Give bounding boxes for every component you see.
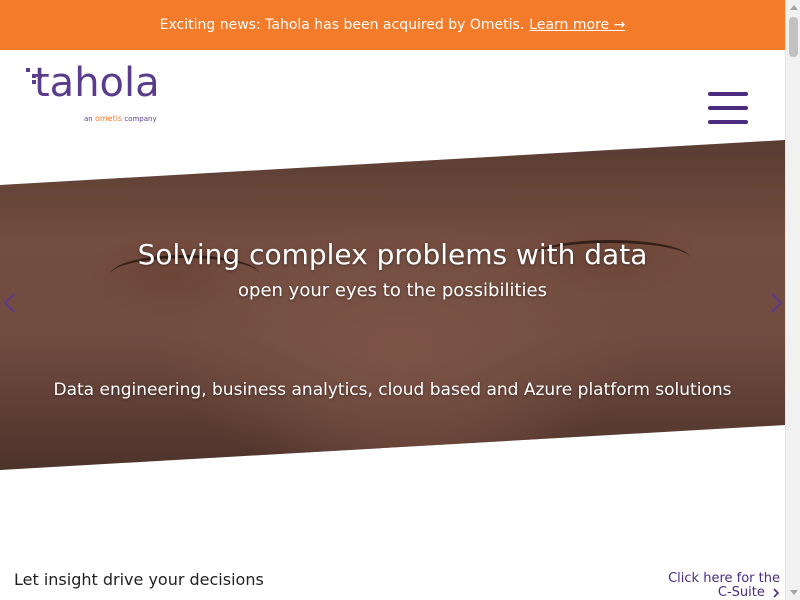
logo-wordmark: tahola <box>34 60 160 106</box>
chevron-right-icon <box>773 587 780 598</box>
csuite-link[interactable]: Click here for the C-Suite <box>660 572 780 600</box>
hamburger-menu-icon[interactable] <box>708 92 748 126</box>
scroll-up-button[interactable] <box>786 0 800 15</box>
scroll-down-button[interactable] <box>786 585 800 600</box>
carousel-next-button[interactable] <box>770 292 784 314</box>
logo-tagline: an ometis company <box>84 114 157 123</box>
tahola-logo[interactable]: tahola an ometis company <box>26 60 166 126</box>
vertical-scrollbar[interactable] <box>785 0 800 600</box>
hero-description: Data engineering, business analytics, cl… <box>53 380 732 400</box>
chevron-left-icon <box>3 293 15 313</box>
page: Exciting news: Tahola has been acquired … <box>0 0 785 600</box>
announcement-text: Exciting news: Tahola has been acquired … <box>159 17 525 33</box>
scroll-thumb[interactable] <box>789 17 798 57</box>
chevron-right-icon <box>771 293 783 313</box>
ometis-brand: ometis <box>94 114 123 123</box>
learn-more-link[interactable]: Learn more → <box>529 17 625 33</box>
csuite-line2: C-Suite <box>717 585 765 600</box>
hero-subtitle: open your eyes to the possibilities <box>238 280 547 301</box>
announcement-bar: Exciting news: Tahola has been acquired … <box>0 0 785 50</box>
hero-title: Solving complex problems with data <box>137 238 648 271</box>
section-heading: Let insight drive your decisions <box>14 570 264 589</box>
hero-banner: Solving complex problems with data open … <box>0 140 785 470</box>
hero-overlay <box>0 140 785 470</box>
carousel-prev-button[interactable] <box>2 292 16 314</box>
csuite-line1: Click here for the <box>668 571 780 586</box>
